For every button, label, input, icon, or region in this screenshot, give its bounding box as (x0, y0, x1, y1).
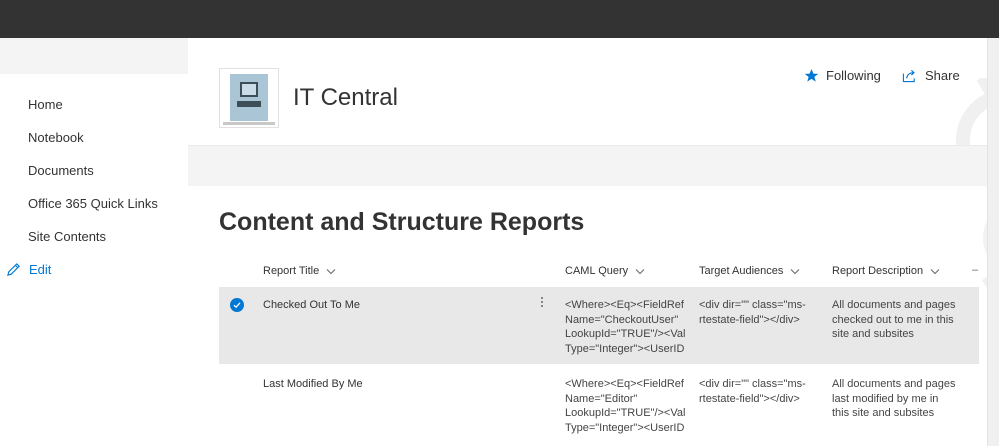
list-row[interactable]: Last Modified By Me <Where><Eq><FieldRef… (219, 366, 979, 443)
page-scrollbar[interactable] (987, 38, 999, 446)
site-title[interactable]: IT Central (293, 84, 398, 112)
command-bar-area (188, 146, 988, 186)
column-header-target-audiences[interactable]: Target Audiences (699, 265, 800, 277)
star-icon (804, 68, 819, 82)
following-button[interactable]: Following (804, 68, 881, 83)
chevron-down-icon (791, 268, 800, 274)
caml-line: <Where><Eq><FieldRef (565, 378, 684, 390)
nav-item-home[interactable]: Home (28, 97, 63, 112)
share-label: Share (925, 68, 960, 83)
report-title-cell[interactable]: Checked Out To Me (263, 298, 483, 313)
checkmark-circle-icon[interactable] (230, 298, 244, 312)
nav-item-notebook[interactable]: Notebook (28, 130, 84, 145)
chevron-down-icon (326, 268, 336, 274)
column-header-report-description[interactable]: Report Description (832, 265, 940, 277)
caml-line: Name="Editor" (565, 392, 638, 405)
caml-line: Type="Integer"><UserID (565, 342, 685, 355)
caml-query-cell: <Where><Eq><FieldRef Name="CheckoutUser"… (565, 298, 685, 358)
column-header-label: Target Audiences (699, 265, 784, 277)
main-content: IT Central Following Share Content and S… (188, 38, 999, 446)
caml-line: LookupId="TRUE"/><Value (565, 407, 685, 420)
caml-line: Name="CheckoutUser" (565, 313, 679, 326)
following-label: Following (826, 68, 881, 83)
column-header-report-title[interactable]: Report Title (263, 265, 336, 277)
share-button[interactable]: Share (902, 68, 960, 83)
left-navigation: Home Notebook Documents Office 365 Quick… (0, 38, 188, 446)
left-nav-header-band (0, 38, 188, 74)
list-row[interactable]: Checked Out To Me <Where><Eq><FieldRef N… (219, 287, 979, 364)
chevron-down-icon (635, 268, 645, 274)
caml-line: Type="Integer"><UserID (565, 421, 685, 434)
report-title-cell[interactable]: Last Modified By Me (263, 377, 483, 392)
target-audiences-cell: <div dir="" class="ms-rtestate-field"></… (699, 299, 806, 326)
column-header-label: Report Description (832, 265, 924, 277)
pencil-icon (7, 263, 20, 276)
edit-label: Edit (29, 262, 52, 277)
column-header-label: CAML Query (565, 265, 629, 277)
nav-item-site-contents[interactable]: Site Contents (28, 229, 106, 244)
caml-query-cell: <Where><Eq><FieldRef Name="Editor" Looku… (565, 377, 685, 437)
nav-item-office-365-quick-links[interactable]: Office 365 Quick Links (28, 196, 158, 211)
edit-links-button[interactable]: Edit (6, 262, 51, 277)
column-header-label: Report Title (263, 265, 320, 277)
report-description-cell: All documents and pages checked out to m… (832, 299, 956, 341)
caml-line: <Where><Eq><FieldRef (565, 299, 684, 311)
report-description-cell: All documents and pages last modified by… (832, 378, 956, 420)
chevron-down-icon (930, 268, 940, 274)
share-icon (902, 69, 915, 83)
caml-line: LookupId="TRUE"/><Value (565, 328, 685, 341)
more-vertical-icon[interactable] (539, 295, 545, 311)
suite-bar (0, 0, 999, 38)
target-audiences-cell: <div dir="" class="ms-rtestate-field"></… (699, 378, 806, 405)
page-title: Content and Structure Reports (219, 208, 585, 236)
site-logo[interactable] (219, 68, 279, 128)
site-logo-image (230, 74, 268, 121)
nav-item-documents[interactable]: Documents (28, 163, 94, 178)
column-header-overflow: – (972, 264, 979, 276)
column-header-caml-query[interactable]: CAML Query (565, 265, 645, 277)
